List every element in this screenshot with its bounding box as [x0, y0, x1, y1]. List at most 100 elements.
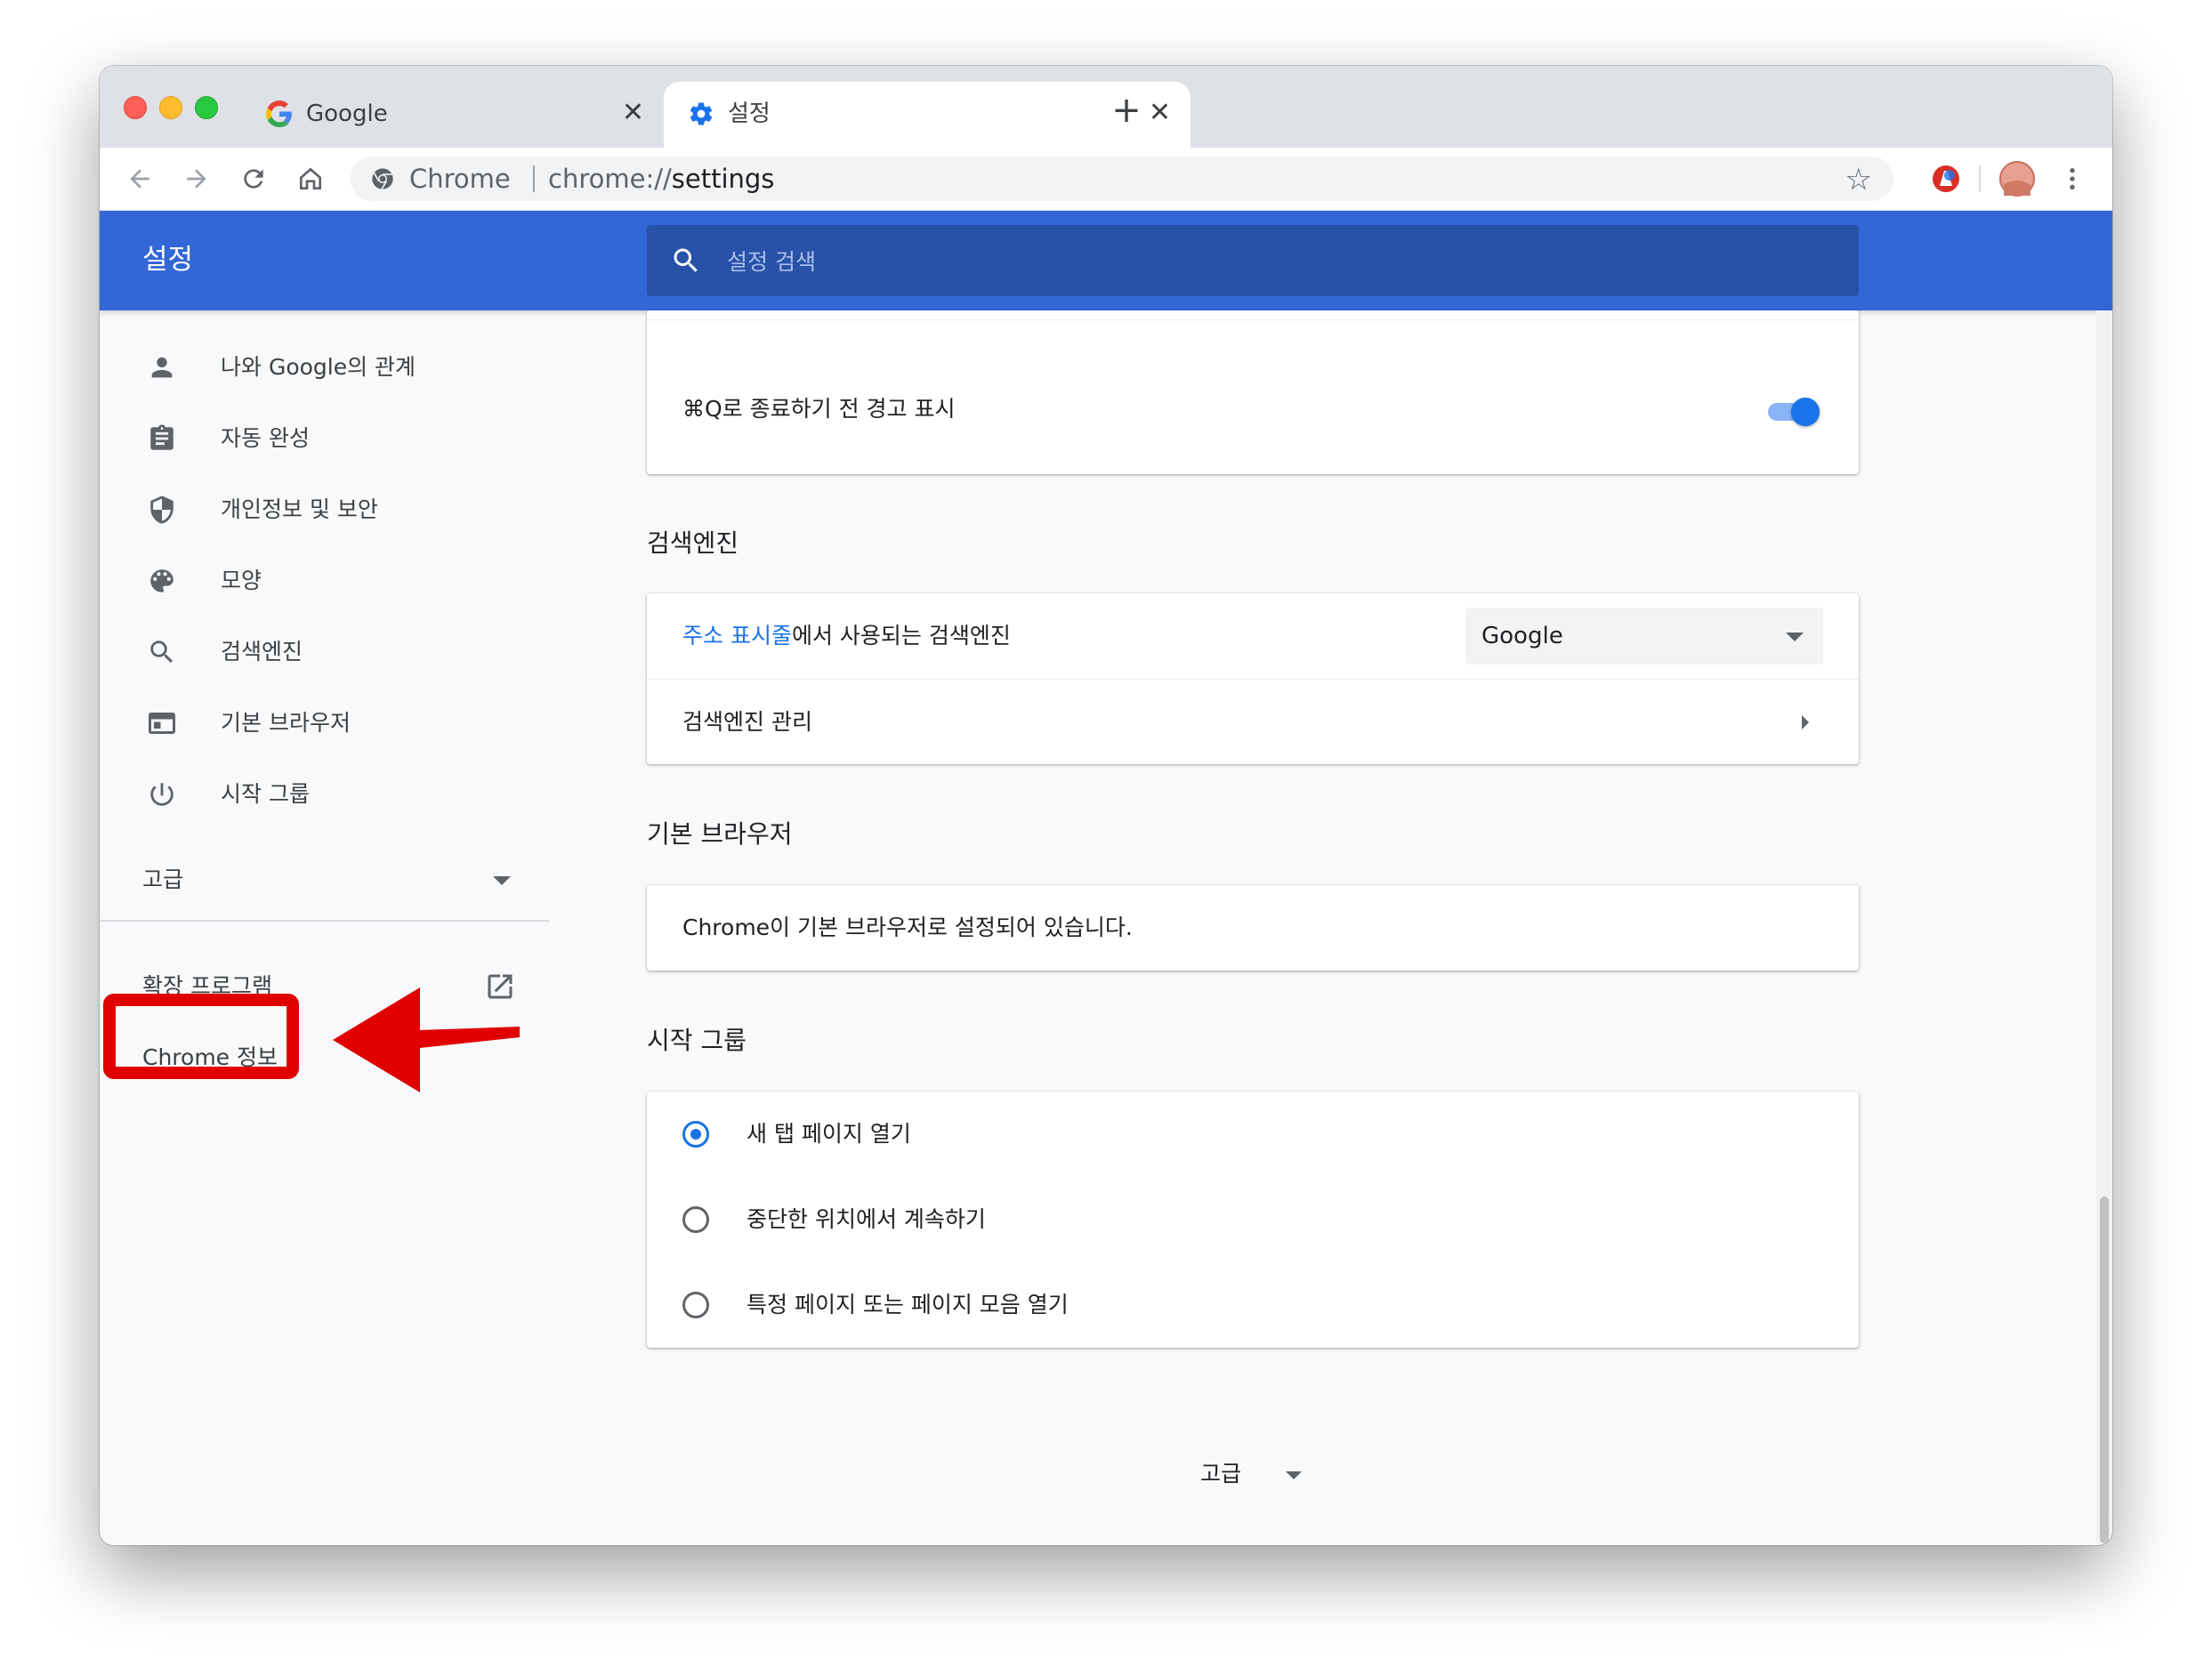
chevron-down-icon — [1786, 633, 1804, 641]
new-tab-button[interactable]: + — [1109, 93, 1144, 128]
settings-card-on-startup: 새 탭 페이지 열기 중단한 위치에서 계속하기 특정 페이지 또는 페이지 모… — [647, 1092, 1859, 1348]
sidebar-item-search-engine[interactable]: 검색엔진 — [100, 616, 549, 688]
chevron-down-icon — [1286, 1471, 1302, 1479]
sidebar-item-you-and-google[interactable]: 나와 Google의 관계 — [100, 332, 549, 403]
chevron-right-icon — [1802, 715, 1809, 729]
url-text: chrome://settings — [548, 164, 774, 194]
sidebar-item-label: 검색엔진 — [221, 639, 303, 665]
browser-window-icon — [144, 705, 180, 741]
search-engine-select[interactable]: Google — [1465, 608, 1823, 665]
url-path: settings — [671, 164, 775, 194]
sidebar-item-autofill[interactable]: 자동 완성 — [100, 403, 549, 474]
section-title-on-startup: 시작 그룹 — [647, 1026, 747, 1055]
browser-window: Google ✕ 설정 ✕ + Chrome chrome://settings… — [100, 66, 2112, 1545]
search-input[interactable] — [725, 239, 1796, 284]
page-scrollbar[interactable] — [2096, 310, 2112, 1545]
sidebar-advanced-toggle[interactable]: 고급 — [100, 844, 549, 915]
sidebar-divider — [100, 920, 549, 922]
person-icon — [144, 350, 180, 385]
extension-icon — [1933, 165, 1959, 192]
row-divider — [647, 319, 1859, 320]
address-bar-link[interactable]: 주소 표시줄 — [682, 623, 792, 649]
sidebar-item-label: Chrome 정보 — [142, 1044, 279, 1070]
tab-close-button[interactable]: ✕ — [1149, 98, 1171, 128]
settings-header: 설정 — [100, 211, 2112, 310]
sidebar-item-label: 나와 Google의 관계 — [221, 354, 416, 380]
more-vert-icon — [2070, 168, 2075, 189]
toggle-knob — [1791, 398, 1820, 426]
address-bar[interactable]: Chrome chrome://settings ☆ — [351, 157, 1893, 201]
scrollbar-thumb[interactable] — [2100, 1197, 2109, 1543]
chevron-down-icon — [493, 876, 511, 885]
address-bar-engine-suffix: 에서 사용되는 검색엔진 — [791, 623, 1011, 649]
profile-avatar[interactable] — [1998, 160, 2036, 197]
chrome-logo-icon — [372, 168, 393, 190]
forward-button[interactable] — [178, 160, 215, 197]
sidebar-item-label: 개인정보 및 보안 — [221, 496, 378, 522]
warn-quit-row: ⌘Q로 종료하기 전 경고 표시 — [647, 382, 1859, 453]
warn-quit-label: ⌘Q로 종료하기 전 경고 표시 — [682, 396, 956, 422]
home-button[interactable] — [292, 160, 329, 197]
search-icon — [674, 248, 698, 272]
sidebar-item-default-browser[interactable]: 기본 브라우저 — [100, 688, 549, 759]
advanced-label: 고급 — [1200, 1461, 1242, 1487]
tab-close-button[interactable]: ✕ — [622, 98, 644, 128]
url-scheme: chrome:// — [548, 164, 672, 194]
sidebar-advanced-label: 고급 — [142, 866, 184, 892]
minimize-window-button[interactable] — [159, 96, 182, 119]
arrow-left-icon — [130, 169, 149, 189]
address-bar-engine-label: 주소 표시줄에서 사용되는 검색엔진 — [682, 620, 1011, 652]
startup-option-label: 중단한 위치에서 계속하기 — [747, 1206, 986, 1232]
sidebar-item-label: 확장 프로그램 — [142, 973, 272, 999]
avatar-icon — [1999, 161, 2035, 197]
search-engine-value: Google — [1481, 623, 1563, 649]
advanced-settings-toggle[interactable]: 고급 — [1197, 1450, 1339, 1498]
address-bar-engine-row: 주소 표시줄에서 사용되는 검색엔진 Google — [647, 593, 1859, 679]
palette-icon — [144, 563, 180, 599]
site-chip-label: Chrome — [409, 164, 511, 194]
sidebar-item-label: 자동 완성 — [221, 425, 310, 451]
toolbar-divider — [1979, 165, 1981, 192]
startup-radio-new-tab[interactable] — [682, 1121, 709, 1148]
bookmark-star-icon[interactable]: ☆ — [1845, 162, 1872, 197]
menu-button[interactable] — [2054, 160, 2091, 197]
omnibox-separator — [533, 165, 535, 192]
startup-radio-continue[interactable] — [682, 1206, 709, 1233]
search-icon — [144, 634, 180, 670]
tab-title: 설정 — [728, 101, 771, 127]
sidebar-item-on-startup[interactable]: 시작 그룹 — [100, 759, 549, 830]
startup-option-label: 새 탭 페이지 열기 — [747, 1121, 911, 1147]
page-title: 설정 — [142, 244, 194, 276]
default-browser-status: Chrome이 기본 브라우저로 설정되어 있습니다. — [682, 915, 1133, 940]
startup-option-label: 특정 페이지 또는 페이지 모음 열기 — [747, 1292, 1069, 1317]
warn-quit-toggle[interactable] — [1764, 392, 1821, 428]
settings-card-default-browser: Chrome이 기본 브라우저로 설정되어 있습니다. — [647, 885, 1859, 971]
zoom-window-button[interactable] — [195, 96, 218, 119]
power-icon — [144, 777, 180, 812]
browser-toolbar: Chrome chrome://settings ☆ — [100, 148, 2112, 211]
sidebar-item-privacy[interactable]: 개인정보 및 보안 — [100, 474, 549, 545]
startup-option-row[interactable]: 중단한 위치에서 계속하기 — [647, 1177, 1859, 1262]
sidebar-item-label: 모양 — [221, 568, 262, 593]
settings-search[interactable] — [647, 225, 1859, 296]
shield-icon — [144, 492, 180, 528]
reload-button[interactable] — [235, 160, 272, 197]
gear-icon — [687, 100, 715, 128]
manage-engines-row[interactable]: 검색엔진 관리 — [647, 680, 1859, 764]
annotation-arrow-icon — [333, 987, 520, 1092]
extension-button[interactable] — [1927, 160, 1965, 197]
manage-engines-label: 검색엔진 관리 — [682, 709, 812, 735]
tab-title: Google — [306, 101, 388, 127]
clipboard-icon — [144, 421, 180, 456]
google-g-icon — [265, 100, 294, 128]
sidebar-item-appearance[interactable]: 모양 — [100, 545, 549, 616]
home-icon — [300, 167, 321, 189]
sidebar-item-label: 시작 그룹 — [221, 781, 310, 807]
section-title-search-engine: 검색엔진 — [647, 528, 739, 558]
close-window-button[interactable] — [124, 96, 147, 119]
startup-option-row[interactable]: 새 탭 페이지 열기 — [647, 1092, 1859, 1177]
section-title-default-browser: 기본 브라우저 — [647, 819, 793, 849]
startup-option-row[interactable]: 특정 페이지 또는 페이지 모음 열기 — [647, 1262, 1859, 1348]
back-button[interactable] — [121, 160, 158, 197]
startup-radio-specific-pages[interactable] — [682, 1292, 709, 1318]
